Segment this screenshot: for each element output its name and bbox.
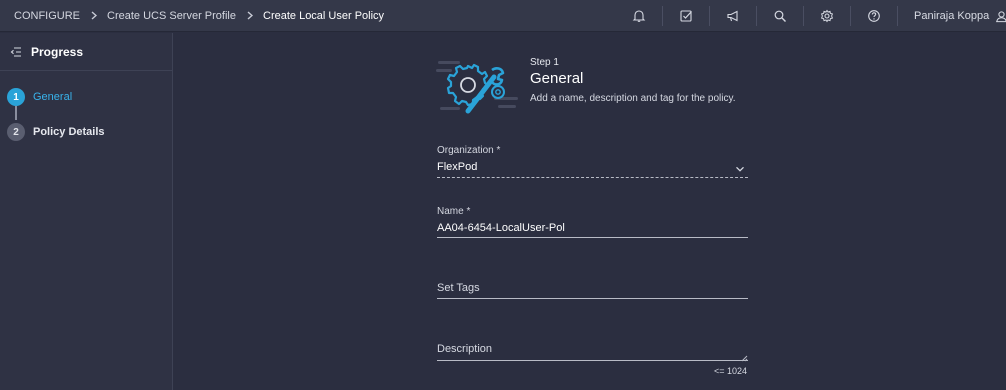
chevron-down-icon [736, 166, 744, 172]
set-tags-underline [437, 298, 748, 299]
progress-header: Progress [0, 33, 172, 71]
organization-select[interactable]: Organization * FlexPod [437, 145, 748, 179]
step-label: Policy Details [33, 126, 105, 138]
name-field[interactable]: Name * AA04-6454-LocalUser-Pol [437, 206, 748, 240]
name-label: Name * [437, 206, 471, 217]
step-description: Add a name, description and tag for the … [530, 93, 736, 104]
description-char-counter: <= 1024 [714, 366, 748, 376]
breadcrumb-current: Create Local User Policy [263, 9, 385, 22]
resize-handle-icon[interactable] [740, 354, 748, 362]
main-content: Step 1 General Add a name, description a… [174, 33, 1006, 390]
page-title: General [530, 70, 584, 87]
description-textarea[interactable]: Description [437, 343, 748, 363]
step-number-badge: 1 [7, 88, 25, 106]
description-placeholder: Description [437, 343, 493, 355]
user-menu[interactable]: Paniraja Koppa [914, 0, 1006, 32]
breadcrumb-create-server-profile[interactable]: Create UCS Server Profile [107, 10, 236, 22]
chevron-right-icon [247, 11, 253, 20]
search-icon[interactable] [757, 0, 803, 32]
sidebar-step-policy-details[interactable]: 2 Policy Details [7, 123, 105, 141]
organization-underline [437, 177, 748, 178]
set-tags-placeholder: Set Tags [437, 282, 480, 294]
step-number-badge: 2 [7, 123, 25, 141]
top-header: CONFIGURE Create UCS Server Profile Crea… [0, 0, 1006, 32]
user-name: Paniraja Koppa [914, 10, 990, 22]
breadcrumb-configure[interactable]: CONFIGURE [14, 10, 80, 22]
gear-icon[interactable] [804, 0, 850, 32]
header-icon-bar [616, 0, 898, 32]
name-input[interactable]: AA04-6454-LocalUser-Pol [437, 222, 748, 234]
megaphone-icon[interactable] [710, 0, 756, 32]
step-kicker: Step 1 [530, 57, 559, 68]
breadcrumb: CONFIGURE Create UCS Server Profile Crea… [0, 10, 384, 22]
divider [897, 6, 898, 26]
description-underline [437, 360, 748, 361]
organization-label: Organization * [437, 145, 501, 156]
sidebar-step-general[interactable]: 1 General [7, 88, 72, 106]
progress-title: Progress [31, 44, 84, 59]
set-tags-input[interactable]: Set Tags [437, 282, 748, 302]
organization-value: FlexPod [437, 161, 478, 173]
user-icon [996, 10, 1006, 22]
step-connector [15, 106, 17, 120]
help-icon[interactable] [851, 0, 897, 32]
collapse-list-icon[interactable] [10, 46, 22, 58]
name-underline [437, 237, 748, 238]
progress-sidebar: Progress 1 General 2 Policy Details [0, 33, 173, 390]
task-check-icon[interactable] [663, 0, 709, 32]
bell-icon[interactable] [616, 0, 662, 32]
wrench-gear-illustration-icon [436, 61, 518, 114]
step-label: General [33, 91, 73, 103]
chevron-right-icon [91, 11, 97, 20]
